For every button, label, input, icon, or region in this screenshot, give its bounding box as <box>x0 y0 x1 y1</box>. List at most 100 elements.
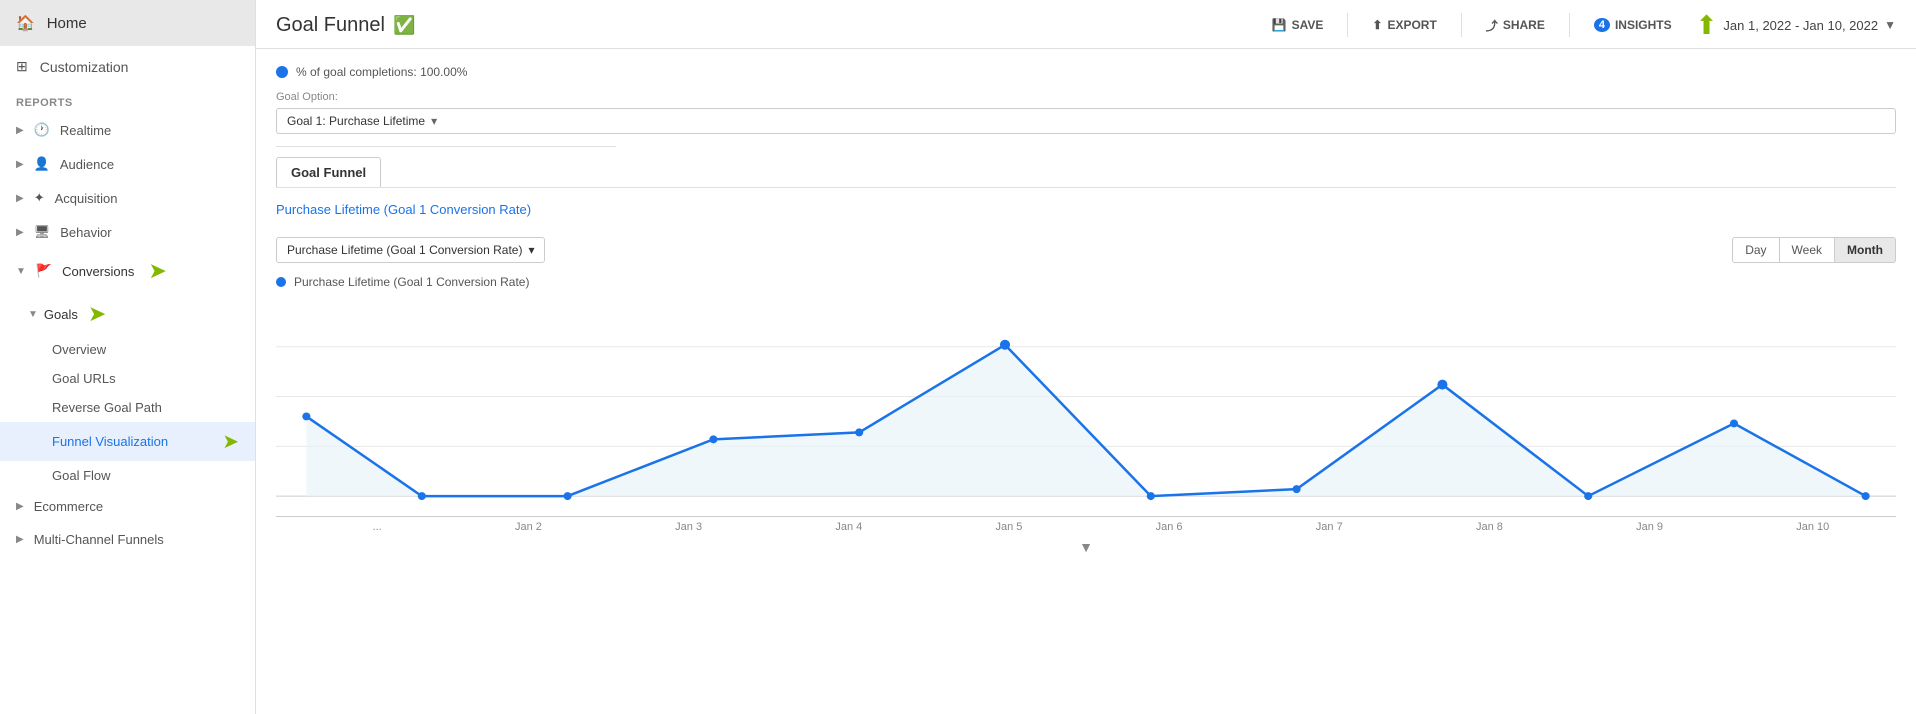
chart-svg <box>276 297 1896 516</box>
chart-point <box>1437 380 1447 390</box>
multichannel-label: Multi-Channel Funnels <box>34 532 164 547</box>
goals-label: Goals <box>44 307 78 322</box>
chart-point <box>1147 492 1155 500</box>
toolbar-divider-2 <box>1461 13 1462 37</box>
scroll-down-icon: ▼ <box>1079 539 1093 555</box>
sidebar-item-behavior[interactable]: ▶ 🖥 Behavior <box>0 215 255 249</box>
metric-dropdown[interactable]: Purchase Lifetime (Goal 1 Conversion Rat… <box>276 237 545 263</box>
behavior-label: Behavior <box>60 225 111 240</box>
share-icon: ⤴ <box>1486 17 1498 34</box>
period-btn-day[interactable]: Day <box>1732 237 1779 263</box>
content-area: % of goal completions: 100.00% Goal Opti… <box>256 49 1916 714</box>
date-range-dropdown-icon[interactable]: ▼ <box>1884 18 1896 32</box>
x-label-ellipsis: ... <box>373 521 382 533</box>
date-range-area: ⬆ Jan 1, 2022 - Jan 10, 2022 ▼ <box>1696 12 1896 38</box>
goals-arrow-indicator: ➤ <box>88 301 106 327</box>
sidebar-item-conversions[interactable]: ▼ 🚩 Conversions ➤ <box>0 249 255 293</box>
clock-icon: 🕐 <box>34 122 50 138</box>
x-label-jan7: Jan 7 <box>1316 521 1343 533</box>
expand-icon: ▶ <box>16 227 24 238</box>
goals-collapse-icon: ▼ <box>28 309 38 320</box>
sidebar-sub-item-funnel-visualization[interactable]: Funnel Visualization ➤ <box>0 422 255 461</box>
home-icon: 🏠 <box>16 14 35 32</box>
expand-icon: ▶ <box>16 501 24 512</box>
sidebar-item-home[interactable]: 🏠 Home <box>0 0 255 46</box>
sidebar-item-realtime[interactable]: ▶ 🕐 Realtime <box>0 113 255 147</box>
share-label: SHARE <box>1503 18 1545 32</box>
divider-line <box>276 146 616 147</box>
sidebar-sub-item-reverse-goal-path[interactable]: Reverse Goal Path <box>0 393 255 422</box>
sidebar: 🏠 Home ⊞ Customization REPORTS ▶ 🕐 Realt… <box>0 0 256 714</box>
behavior-icon: 🖥 <box>34 224 51 240</box>
sidebar-item-ecommerce[interactable]: ▶ Ecommerce <box>0 490 255 523</box>
sidebar-home-label: Home <box>47 15 87 32</box>
goal-option-select[interactable]: Goal 1: Purchase Lifetime ▾ <box>276 108 1896 134</box>
save-button[interactable]: 💾 SAVE <box>1264 14 1332 36</box>
top-bar: Goal Funnel ✅ 💾 SAVE ⬆ EXPORT ⤴ SHARE 4 … <box>256 0 1916 49</box>
expand-icon: ▶ <box>16 159 24 170</box>
person-icon: 👤 <box>34 156 50 172</box>
insights-label: INSIGHTS <box>1615 18 1672 32</box>
tab-area: Goal Funnel <box>276 157 1896 187</box>
sidebar-sub-item-overview[interactable]: Overview <box>0 335 255 364</box>
legend-row: % of goal completions: 100.00% <box>276 65 1896 79</box>
chart-point <box>1584 492 1592 500</box>
expand-icon: ▶ <box>16 534 24 545</box>
acquisition-icon: ✦ <box>34 190 45 206</box>
goal-option-value: Goal 1: Purchase Lifetime <box>287 114 425 128</box>
chart-point-peak <box>1000 340 1010 350</box>
metric-dropdown-caret-icon: ▾ <box>528 243 534 257</box>
conversions-arrow-indicator: ➤ <box>148 258 166 284</box>
flag-icon: 🚩 <box>36 263 52 279</box>
legend-dot <box>276 66 288 78</box>
sidebar-item-customization[interactable]: ⊞ Customization <box>0 46 255 87</box>
toolbar-actions: 💾 SAVE ⬆ EXPORT ⤴ SHARE 4 INSIGHTS ⬆ Jan… <box>1264 12 1896 38</box>
share-button[interactable]: ⤴ SHARE <box>1478 13 1553 38</box>
sidebar-sub-item-goal-urls[interactable]: Goal URLs <box>0 364 255 393</box>
legend-label: % of goal completions: 100.00% <box>296 65 467 79</box>
period-btn-week[interactable]: Week <box>1780 237 1835 263</box>
sidebar-item-audience[interactable]: ▶ 👤 Audience <box>0 147 255 181</box>
x-label-jan5: Jan 5 <box>995 521 1022 533</box>
chart-point <box>418 492 426 500</box>
export-button[interactable]: ⬆ EXPORT <box>1364 14 1444 36</box>
chart-point <box>1293 485 1301 493</box>
x-label-jan8: Jan 8 <box>1476 521 1503 533</box>
sidebar-item-multichannel[interactable]: ▶ Multi-Channel Funnels <box>0 523 255 556</box>
date-up-arrow-icon: ⬆ <box>1696 12 1718 38</box>
x-label-jan2: Jan 2 <box>515 521 542 533</box>
conversions-label: Conversions <box>62 264 134 279</box>
export-label: EXPORT <box>1387 18 1436 32</box>
save-label: SAVE <box>1292 18 1324 32</box>
sidebar-customization-label: Customization <box>40 59 129 75</box>
sidebar-sub-item-goal-flow[interactable]: Goal Flow <box>0 461 255 490</box>
funnel-viz-label: Funnel Visualization <box>52 434 168 449</box>
goal-option-caret-icon: ▾ <box>431 114 437 128</box>
verified-icon: ✅ <box>393 15 415 36</box>
toolbar-divider-1 <box>1347 13 1348 37</box>
chart-legend-dot <box>276 277 286 287</box>
x-label-jan10: Jan 10 <box>1796 521 1829 533</box>
chart-point <box>1730 419 1738 427</box>
chart-point <box>1862 492 1870 500</box>
audience-label: Audience <box>60 157 114 172</box>
chart-point <box>302 412 310 420</box>
insights-button[interactable]: 4 INSIGHTS <box>1586 14 1680 36</box>
x-label-jan4: Jan 4 <box>835 521 862 533</box>
chart-point <box>855 428 863 436</box>
sidebar-item-goals[interactable]: ▼ Goals ➤ <box>0 293 255 335</box>
page-title: Goal Funnel <box>276 14 385 37</box>
scroll-indicator[interactable]: ▼ <box>276 533 1896 561</box>
period-btn-month[interactable]: Month <box>1835 237 1896 263</box>
date-range-text[interactable]: Jan 1, 2022 - Jan 10, 2022 <box>1723 18 1878 33</box>
sidebar-item-acquisition[interactable]: ▶ ✦ Acquisition <box>0 181 255 215</box>
line-chart <box>276 297 1896 517</box>
funnel-viz-arrow-indicator: ➤ <box>222 429 239 454</box>
goal-option-section: Goal Option: Goal 1: Purchase Lifetime ▾ <box>276 91 1896 134</box>
metric-dropdown-value: Purchase Lifetime (Goal 1 Conversion Rat… <box>287 243 522 257</box>
goal-funnel-tab[interactable]: Goal Funnel <box>276 157 381 187</box>
tab-border-bottom <box>276 187 1896 188</box>
expand-icon: ▶ <box>16 193 24 204</box>
x-axis-labels: ... Jan 2 Jan 3 Jan 4 Jan 5 Jan 6 Jan 7 … <box>276 517 1896 533</box>
funnel-subtitle: Purchase Lifetime (Goal 1 Conversion Rat… <box>276 202 1896 217</box>
